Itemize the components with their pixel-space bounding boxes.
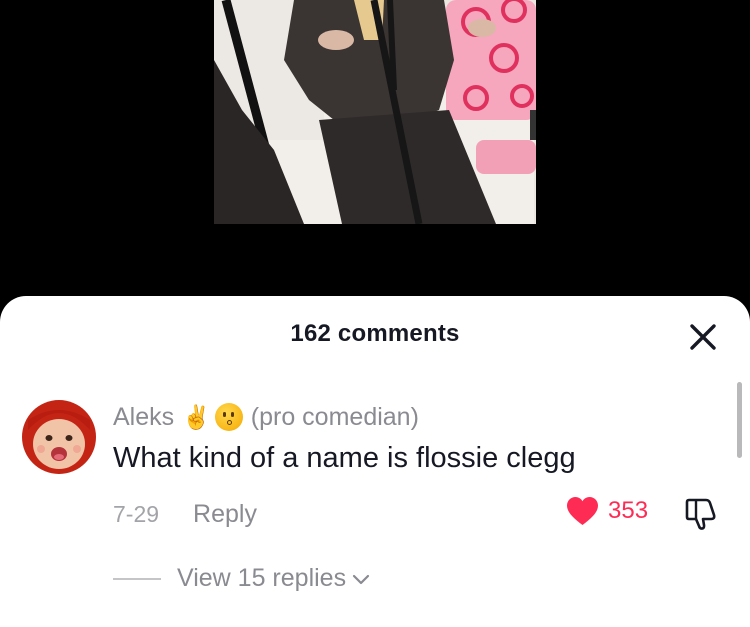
comment-date: 7-29 [113,501,160,527]
video-thumbnail[interactable] [214,0,536,224]
chevron-down-icon [352,574,370,584]
comment-author-name[interactable]: Aleks [113,403,174,432]
view-replies-label: View 15 replies [177,564,347,592]
reply-button[interactable]: Reply [193,500,257,529]
comment-author-line: Aleks ✌ (pro comedian) [113,402,419,432]
comment-meta: 7-29 Reply [113,500,257,529]
like-count: 353 [608,497,649,524]
comments-sheet: 162 comments Aleks ✌ (pro comedian) What… [0,296,750,627]
divider [113,577,161,580]
close-icon[interactable] [686,320,720,354]
comment-text[interactable]: What kind of a name is flossie clegg [113,442,576,475]
scrollbar[interactable] [737,382,742,458]
comments-count-title: 162 comments [290,320,460,347]
video-area[interactable] [0,0,750,310]
kissing-face-emoji [214,403,243,431]
dislike-icon[interactable] [684,498,718,530]
victory-hand-emoji: ✌ [182,403,211,430]
like-button[interactable]: 353 [566,496,648,526]
avatar[interactable] [22,400,96,474]
heart-icon [567,497,598,525]
view-replies-button[interactable]: View 15 replies [113,564,370,593]
comment-author-tag: (pro comedian) [250,402,419,431]
